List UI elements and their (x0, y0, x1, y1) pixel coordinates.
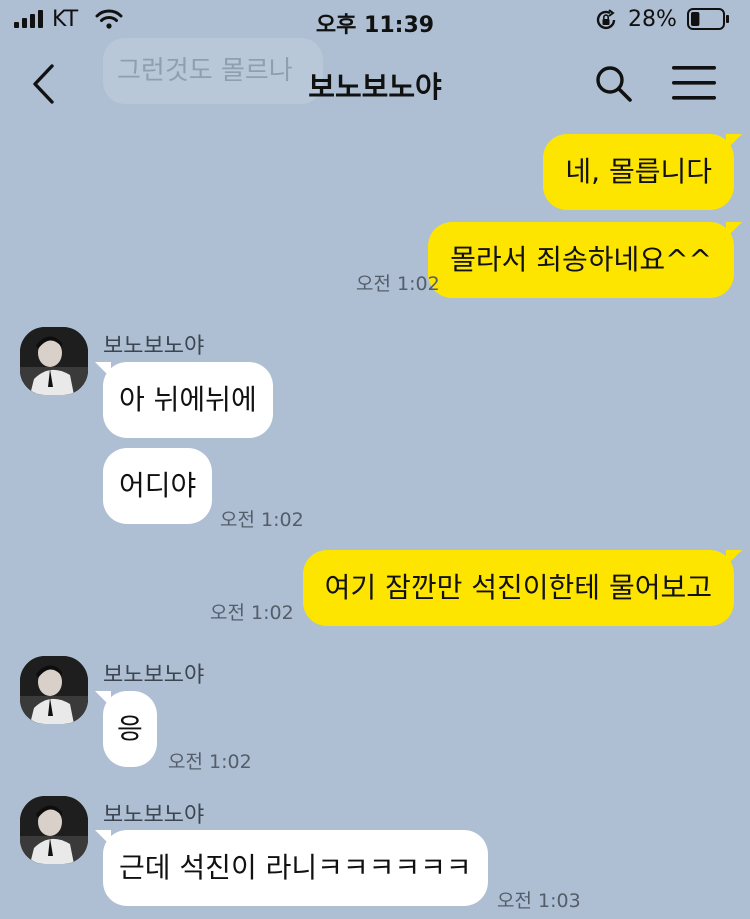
menu-icon[interactable] (672, 66, 716, 100)
my-message-bubble[interactable]: 몰라서 죄송하네요^^ (428, 222, 742, 298)
their-message-bubble[interactable]: 응 (95, 691, 157, 767)
sender-name: 보노보노야 (103, 663, 205, 688)
rotation-lock-icon (596, 9, 616, 30)
sender-name: 보노보노야 (103, 334, 205, 359)
my-message-bubble[interactable]: 네, 몰릅니다 (543, 134, 742, 210)
my-message-bubble[interactable]: 여기 잠깐만 석진이한테 물어보고 (302, 550, 743, 626)
message-timestamp: 오전 1:02 (168, 751, 252, 773)
search-icon[interactable] (594, 64, 634, 104)
battery-icon (687, 8, 729, 30)
message-timestamp: 오전 1:02 (356, 273, 440, 295)
battery-percent: 28% (628, 7, 677, 32)
avatar[interactable] (20, 796, 88, 864)
message-timestamp: 오전 1:03 (497, 890, 581, 912)
chat-title: 보노보노야 (308, 70, 442, 104)
their-message-bubble[interactable]: 근데 석진이 라니ㅋㅋㅋㅋㅋㅋ (95, 830, 488, 906)
their-message-bubble[interactable]: 아 뉘에뉘에 (95, 362, 273, 438)
sender-name: 보노보노야 (103, 803, 205, 828)
avatar[interactable] (20, 327, 88, 395)
their-message-bubble[interactable]: 어디야 (103, 448, 213, 524)
message-timestamp: 오전 1:02 (210, 602, 294, 624)
avatar[interactable] (20, 656, 88, 724)
status-bar: KT 오후 11:39 28% (0, 0, 750, 42)
message-timestamp: 오전 1:02 (220, 509, 304, 531)
